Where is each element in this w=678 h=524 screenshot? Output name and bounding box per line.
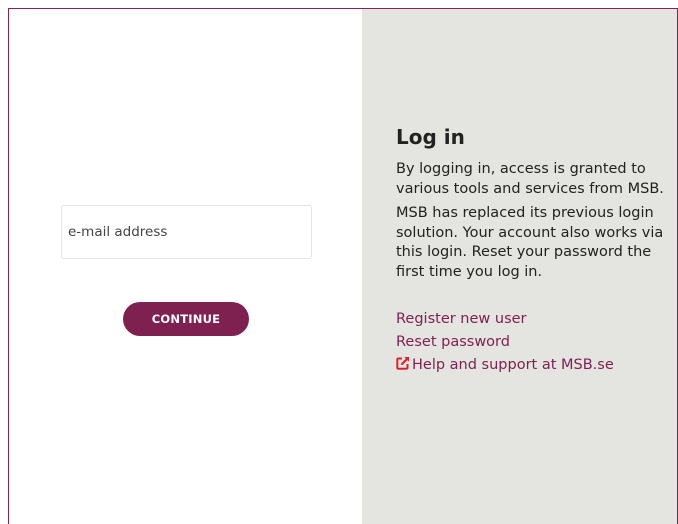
page-title: Log in bbox=[396, 125, 465, 149]
info-content: Log in By logging in, access is granted … bbox=[396, 125, 666, 377]
link-list: Register new user Reset password Help an… bbox=[396, 308, 666, 377]
help-support-label: Help and support at MSB.se bbox=[412, 357, 614, 373]
help-support-link[interactable]: Help and support at MSB.se bbox=[396, 354, 666, 377]
login-frame: CONTINUE Log in By logging in, access is… bbox=[8, 8, 678, 524]
email-input[interactable] bbox=[61, 205, 312, 259]
info-paragraph-access: By logging in, access is granted to vari… bbox=[396, 161, 664, 197]
continue-button[interactable]: CONTINUE bbox=[123, 302, 249, 336]
login-form-panel: CONTINUE bbox=[9, 9, 362, 524]
reset-password-link[interactable]: Reset password bbox=[396, 331, 666, 354]
info-panel: Log in By logging in, access is granted … bbox=[362, 9, 677, 524]
register-new-user-link[interactable]: Register new user bbox=[396, 308, 666, 331]
info-paragraph-replaced: MSB has replaced its previous login solu… bbox=[396, 205, 664, 280]
external-link-icon bbox=[396, 355, 410, 370]
